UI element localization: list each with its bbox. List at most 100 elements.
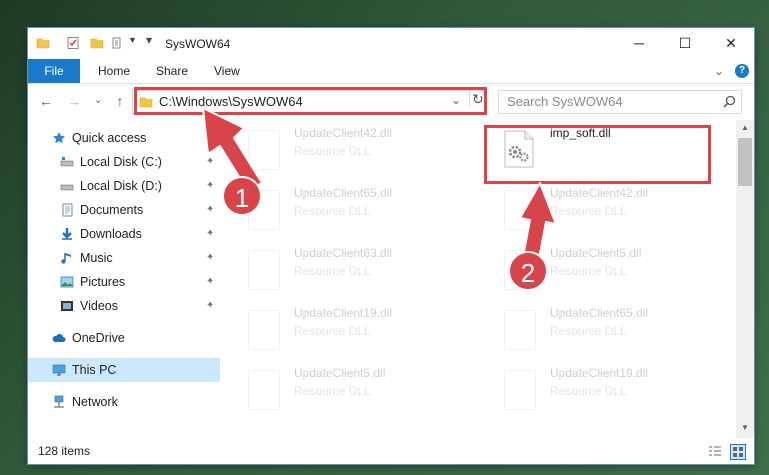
file-type: Resource DLL — [294, 324, 371, 338]
tab-view[interactable]: View — [214, 59, 240, 83]
sidebar-item-documents[interactable]: Documents ✦ — [28, 198, 220, 222]
search-placeholder: Search SysWOW64 — [507, 94, 623, 109]
list-item[interactable]: UpdateClient42.dll Resource DLL — [484, 184, 714, 238]
pin-icon[interactable]: ✦ — [206, 204, 214, 215]
window-title: SysWOW64 — [165, 37, 231, 51]
sidebar-item-label: Downloads — [80, 227, 142, 241]
dll-file-icon — [504, 370, 536, 410]
file-type: Resource DLL — [550, 264, 627, 278]
sidebar-item-pictures[interactable]: Pictures ✦ — [28, 270, 220, 294]
sidebar-item-label: Music — [80, 251, 113, 265]
sidebar-item-label: Videos — [80, 299, 118, 313]
list-item[interactable]: UpdateClient65.dll Resource DLL — [228, 184, 458, 238]
file-name: UpdateClient19.dll — [294, 306, 393, 320]
videos-icon — [61, 301, 73, 311]
documents-icon — [62, 203, 73, 217]
drive-icon — [60, 157, 74, 167]
sidebar-item-label: This PC — [72, 363, 117, 377]
minimize-button[interactable]: ─ — [616, 28, 662, 59]
network-icon — [54, 395, 64, 408]
step-1-badge: 1 — [222, 176, 262, 216]
sidebar-item-music[interactable]: Music ✦ — [28, 246, 220, 270]
file-type: Resource DLL — [294, 144, 371, 158]
sidebar-item-local-disk-c[interactable]: Local Disk (C:) ✦ — [28, 150, 220, 174]
download-icon — [62, 228, 72, 240]
sidebar-item-label: Local Disk (D:) — [80, 179, 162, 193]
sidebar-item-onedrive[interactable]: OneDrive — [28, 326, 220, 350]
navigation-pane: Quick access Local Disk (C:) ✦ Local Dis… — [28, 124, 220, 424]
qat-more-icon[interactable]: ▾ — [146, 33, 160, 47]
dll-file-icon — [248, 130, 280, 170]
large-icons-view-icon[interactable] — [730, 444, 746, 460]
sidebar-item-videos[interactable]: Videos ✦ — [28, 294, 220, 318]
scroll-up-icon[interactable]: ▲ — [736, 123, 754, 132]
file-name: UpdateClient65.dll — [294, 186, 393, 200]
recent-locations-button[interactable]: ⌄ — [90, 93, 106, 106]
sidebar-item-local-disk-d[interactable]: Local Disk (D:) ✦ — [28, 174, 220, 198]
list-item[interactable]: UpdateClient5.dll Resource DLL — [228, 364, 458, 418]
sidebar-item-label: Documents — [80, 203, 144, 217]
drive-icon — [60, 184, 74, 191]
properties-icon[interactable] — [66, 36, 80, 50]
up-button[interactable]: ↑ — [112, 93, 128, 109]
details-view-icon[interactable] — [708, 445, 722, 457]
sidebar-item-label: Local Disk (C:) — [80, 155, 162, 169]
help-icon[interactable]: ? — [735, 64, 749, 78]
pin-icon[interactable]: ✦ — [206, 180, 214, 191]
file-type: Resource DLL — [294, 384, 371, 398]
sidebar-item-this-pc[interactable]: This PC — [28, 358, 220, 382]
new-folder-icon[interactable] — [90, 36, 104, 50]
sidebar-item-network[interactable]: Network — [28, 390, 220, 414]
star-icon — [53, 132, 65, 144]
expand-ribbon-icon[interactable]: ⌄ — [714, 59, 724, 83]
file-name: UpdateClient5.dll — [550, 246, 642, 260]
customize-toolbar-icon[interactable] — [112, 36, 126, 50]
dll-file-icon — [248, 310, 280, 350]
search-input[interactable]: Search SysWOW64 — [498, 90, 742, 114]
sidebar-item-label: Pictures — [80, 275, 126, 289]
dll-file-icon — [248, 370, 280, 410]
tab-share[interactable]: Share — [156, 59, 188, 83]
tab-file[interactable]: File — [28, 59, 80, 83]
file-type: Resource DLL — [550, 204, 627, 218]
search-icon[interactable] — [723, 95, 736, 108]
close-button[interactable]: ✕ — [708, 28, 754, 59]
file-highlight — [484, 125, 711, 184]
dll-file-icon — [504, 190, 536, 230]
back-button[interactable]: ← — [38, 93, 54, 109]
vertical-scrollbar[interactable]: ▲ ▼ — [736, 120, 754, 438]
scroll-down-icon[interactable]: ▼ — [736, 423, 754, 432]
pin-icon[interactable]: ✦ — [206, 156, 214, 167]
item-count: 128 items — [38, 444, 91, 458]
pin-icon[interactable]: ✦ — [206, 252, 214, 263]
file-name: UpdateClient19.dll — [550, 366, 649, 380]
forward-button[interactable]: → — [66, 93, 82, 109]
file-type: Resource DLL — [294, 264, 371, 278]
sidebar-item-label: OneDrive — [72, 331, 125, 345]
file-name: UpdateClient63.dll — [294, 246, 393, 260]
pin-icon[interactable]: ✦ — [206, 300, 214, 311]
sidebar-item-label: Quick access — [72, 131, 147, 145]
list-item[interactable]: UpdateClient65.dll Resource DLL — [484, 304, 714, 358]
sidebar-item-label: Network — [72, 395, 118, 409]
ribbon-tabs: File Home Share View ⌄ ? — [28, 59, 754, 84]
file-name: UpdateClient65.dll — [550, 306, 649, 320]
file-type: Resource DLL — [550, 384, 627, 398]
scroll-thumb[interactable] — [738, 138, 752, 186]
title-bar: ▼ ▾ SysWOW64 ─ ☐ ✕ — [28, 28, 754, 59]
pin-icon[interactable]: ✦ — [206, 228, 214, 239]
tab-home[interactable]: Home — [98, 59, 130, 83]
file-name: UpdateClient42.dll — [550, 186, 649, 200]
folder-icon — [36, 38, 50, 49]
list-item[interactable]: UpdateClient42.dll Resource DLL — [228, 124, 458, 178]
sidebar-item-downloads[interactable]: Downloads ✦ — [28, 222, 220, 246]
music-icon — [61, 253, 71, 264]
pin-icon[interactable]: ✦ — [206, 276, 214, 287]
computer-icon — [52, 364, 66, 376]
list-item[interactable]: UpdateClient63.dll Resource DLL — [228, 244, 458, 298]
sidebar-item-quick-access[interactable]: Quick access — [28, 126, 220, 150]
qat-dropdown-icon[interactable]: ▼ — [128, 35, 142, 49]
maximize-button[interactable]: ☐ — [662, 28, 708, 59]
list-item[interactable]: UpdateClient19.dll Resource DLL — [484, 364, 714, 418]
list-item[interactable]: UpdateClient19.dll Resource DLL — [228, 304, 458, 358]
